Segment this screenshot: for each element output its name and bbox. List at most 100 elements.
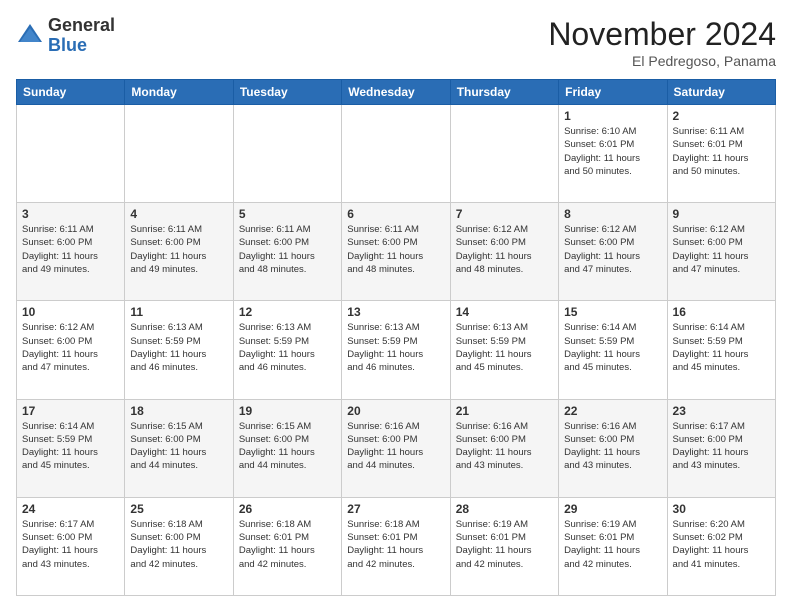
week-row-4: 24 Sunrise: 6:17 AM Sunset: 6:00 PM Dayli… xyxy=(17,497,776,595)
cell-info: Sunrise: 6:16 AM Sunset: 6:00 PM Dayligh… xyxy=(564,420,661,473)
day-number: 16 xyxy=(673,305,770,319)
calendar-cell: 3Sunrise: 6:11 AM Sunset: 6:00 PM Daylig… xyxy=(17,203,125,301)
calendar-cell: 4 Sunrise: 6:11 AM Sunset: 6:00 PM Daylig… xyxy=(125,203,233,301)
calendar-cell: 10 Sunrise: 6:12 AM Sunset: 6:00 PM Dayli… xyxy=(17,301,125,399)
calendar-cell: 13 Sunrise: 6:13 AM Sunset: 5:59 PM Dayli… xyxy=(342,301,450,399)
cell-info: Sunrise: 6:13 AM Sunset: 5:59 PM Dayligh… xyxy=(456,321,553,374)
calendar-cell: 20 Sunrise: 6:16 AM Sunset: 6:00 PM Dayli… xyxy=(342,399,450,497)
cell-info: Sunrise: 6:16 AM Sunset: 6:00 PM Dayligh… xyxy=(347,420,444,473)
cell-info: Sunrise: 6:20 AM Sunset: 6:02 PM Dayligh… xyxy=(673,518,770,571)
calendar-header-row: SundayMondayTuesdayWednesdayThursdayFrid… xyxy=(17,80,776,105)
calendar-cell: 15 Sunrise: 6:14 AM Sunset: 5:59 PM Dayli… xyxy=(559,301,667,399)
logo-icon xyxy=(16,22,44,50)
cell-info: Sunrise: 6:18 AM Sunset: 6:00 PM Dayligh… xyxy=(130,518,227,571)
calendar-cell xyxy=(342,105,450,203)
calendar-cell xyxy=(233,105,341,203)
cell-info: Sunrise: 6:19 AM Sunset: 6:01 PM Dayligh… xyxy=(456,518,553,571)
page: General Blue November 2024 El Pedregoso,… xyxy=(0,0,792,612)
calendar-cell: 18 Sunrise: 6:15 AM Sunset: 6:00 PM Dayli… xyxy=(125,399,233,497)
logo-general: General xyxy=(48,15,115,35)
cell-info: Sunrise: 6:15 AM Sunset: 6:00 PM Dayligh… xyxy=(130,420,227,473)
day-number: 21 xyxy=(456,404,553,418)
cell-info: Sunrise: 6:11 AM Sunset: 6:00 PM Dayligh… xyxy=(130,223,227,276)
calendar-cell: 2 Sunrise: 6:11 AM Sunset: 6:01 PM Daylig… xyxy=(667,105,775,203)
day-number: 6 xyxy=(347,207,444,221)
cell-info: Sunrise: 6:11 AM Sunset: 6:01 PM Dayligh… xyxy=(673,125,770,178)
day-header-saturday: Saturday xyxy=(667,80,775,105)
day-number: 14 xyxy=(456,305,553,319)
cell-info: Sunrise: 6:18 AM Sunset: 6:01 PM Dayligh… xyxy=(239,518,336,571)
day-number: 26 xyxy=(239,502,336,516)
day-number: 13 xyxy=(347,305,444,319)
week-row-0: 1 Sunrise: 6:10 AM Sunset: 6:01 PM Daylig… xyxy=(17,105,776,203)
calendar-cell: 23 Sunrise: 6:17 AM Sunset: 6:00 PM Dayli… xyxy=(667,399,775,497)
cell-info: Sunrise: 6:14 AM Sunset: 5:59 PM Dayligh… xyxy=(22,420,119,473)
week-row-1: 3Sunrise: 6:11 AM Sunset: 6:00 PM Daylig… xyxy=(17,203,776,301)
day-header-tuesday: Tuesday xyxy=(233,80,341,105)
calendar-cell: 17 Sunrise: 6:14 AM Sunset: 5:59 PM Dayli… xyxy=(17,399,125,497)
day-number: 23 xyxy=(673,404,770,418)
calendar-cell: 19 Sunrise: 6:15 AM Sunset: 6:00 PM Dayli… xyxy=(233,399,341,497)
cell-info: Sunrise: 6:11 AM Sunset: 6:00 PM Dayligh… xyxy=(22,223,119,276)
cell-info: Sunrise: 6:15 AM Sunset: 6:00 PM Dayligh… xyxy=(239,420,336,473)
day-header-wednesday: Wednesday xyxy=(342,80,450,105)
day-number: 19 xyxy=(239,404,336,418)
day-number: 25 xyxy=(130,502,227,516)
day-number: 4 xyxy=(130,207,227,221)
day-number: 15 xyxy=(564,305,661,319)
cell-info: Sunrise: 6:16 AM Sunset: 6:00 PM Dayligh… xyxy=(456,420,553,473)
cell-info: Sunrise: 6:19 AM Sunset: 6:01 PM Dayligh… xyxy=(564,518,661,571)
logo-blue: Blue xyxy=(48,35,87,55)
calendar-cell: 28 Sunrise: 6:19 AM Sunset: 6:01 PM Dayli… xyxy=(450,497,558,595)
calendar-cell: 22 Sunrise: 6:16 AM Sunset: 6:00 PM Dayli… xyxy=(559,399,667,497)
calendar-table: SundayMondayTuesdayWednesdayThursdayFrid… xyxy=(16,79,776,596)
cell-info: Sunrise: 6:17 AM Sunset: 6:00 PM Dayligh… xyxy=(22,518,119,571)
calendar-cell: 14 Sunrise: 6:13 AM Sunset: 5:59 PM Dayli… xyxy=(450,301,558,399)
day-number: 9 xyxy=(673,207,770,221)
cell-info: Sunrise: 6:12 AM Sunset: 6:00 PM Dayligh… xyxy=(456,223,553,276)
day-number: 10 xyxy=(22,305,119,319)
day-number: 27 xyxy=(347,502,444,516)
day-number: 29 xyxy=(564,502,661,516)
day-header-friday: Friday xyxy=(559,80,667,105)
day-number: 18 xyxy=(130,404,227,418)
cell-info: Sunrise: 6:12 AM Sunset: 6:00 PM Dayligh… xyxy=(22,321,119,374)
day-number: 22 xyxy=(564,404,661,418)
calendar-cell xyxy=(125,105,233,203)
cell-info: Sunrise: 6:13 AM Sunset: 5:59 PM Dayligh… xyxy=(239,321,336,374)
cell-info: Sunrise: 6:10 AM Sunset: 6:01 PM Dayligh… xyxy=(564,125,661,178)
day-number: 2 xyxy=(673,109,770,123)
cell-info: Sunrise: 6:14 AM Sunset: 5:59 PM Dayligh… xyxy=(564,321,661,374)
calendar-cell: 1 Sunrise: 6:10 AM Sunset: 6:01 PM Daylig… xyxy=(559,105,667,203)
cell-info: Sunrise: 6:13 AM Sunset: 5:59 PM Dayligh… xyxy=(347,321,444,374)
day-header-sunday: Sunday xyxy=(17,80,125,105)
calendar-cell: 12Sunrise: 6:13 AM Sunset: 5:59 PM Dayli… xyxy=(233,301,341,399)
calendar-cell xyxy=(450,105,558,203)
day-number: 17 xyxy=(22,404,119,418)
calendar-cell: 25 Sunrise: 6:18 AM Sunset: 6:00 PM Dayli… xyxy=(125,497,233,595)
day-number: 1 xyxy=(564,109,661,123)
cell-info: Sunrise: 6:17 AM Sunset: 6:00 PM Dayligh… xyxy=(673,420,770,473)
calendar-cell: 16 Sunrise: 6:14 AM Sunset: 5:59 PM Dayli… xyxy=(667,301,775,399)
month-title: November 2024 xyxy=(548,16,776,53)
calendar-cell: 26 Sunrise: 6:18 AM Sunset: 6:01 PM Dayli… xyxy=(233,497,341,595)
day-header-thursday: Thursday xyxy=(450,80,558,105)
calendar-cell: 5 Sunrise: 6:11 AM Sunset: 6:00 PM Daylig… xyxy=(233,203,341,301)
day-number: 8 xyxy=(564,207,661,221)
day-number: 30 xyxy=(673,502,770,516)
cell-info: Sunrise: 6:14 AM Sunset: 5:59 PM Dayligh… xyxy=(673,321,770,374)
day-header-monday: Monday xyxy=(125,80,233,105)
cell-info: Sunrise: 6:11 AM Sunset: 6:00 PM Dayligh… xyxy=(347,223,444,276)
calendar-cell: 8Sunrise: 6:12 AM Sunset: 6:00 PM Daylig… xyxy=(559,203,667,301)
day-number: 11 xyxy=(130,305,227,319)
cell-info: Sunrise: 6:11 AM Sunset: 6:00 PM Dayligh… xyxy=(239,223,336,276)
day-number: 28 xyxy=(456,502,553,516)
day-number: 20 xyxy=(347,404,444,418)
calendar-cell xyxy=(17,105,125,203)
week-row-3: 17 Sunrise: 6:14 AM Sunset: 5:59 PM Dayli… xyxy=(17,399,776,497)
day-number: 24 xyxy=(22,502,119,516)
calendar-cell: 27 Sunrise: 6:18 AM Sunset: 6:01 PM Dayli… xyxy=(342,497,450,595)
cell-info: Sunrise: 6:18 AM Sunset: 6:01 PM Dayligh… xyxy=(347,518,444,571)
day-number: 5 xyxy=(239,207,336,221)
day-number: 7 xyxy=(456,207,553,221)
